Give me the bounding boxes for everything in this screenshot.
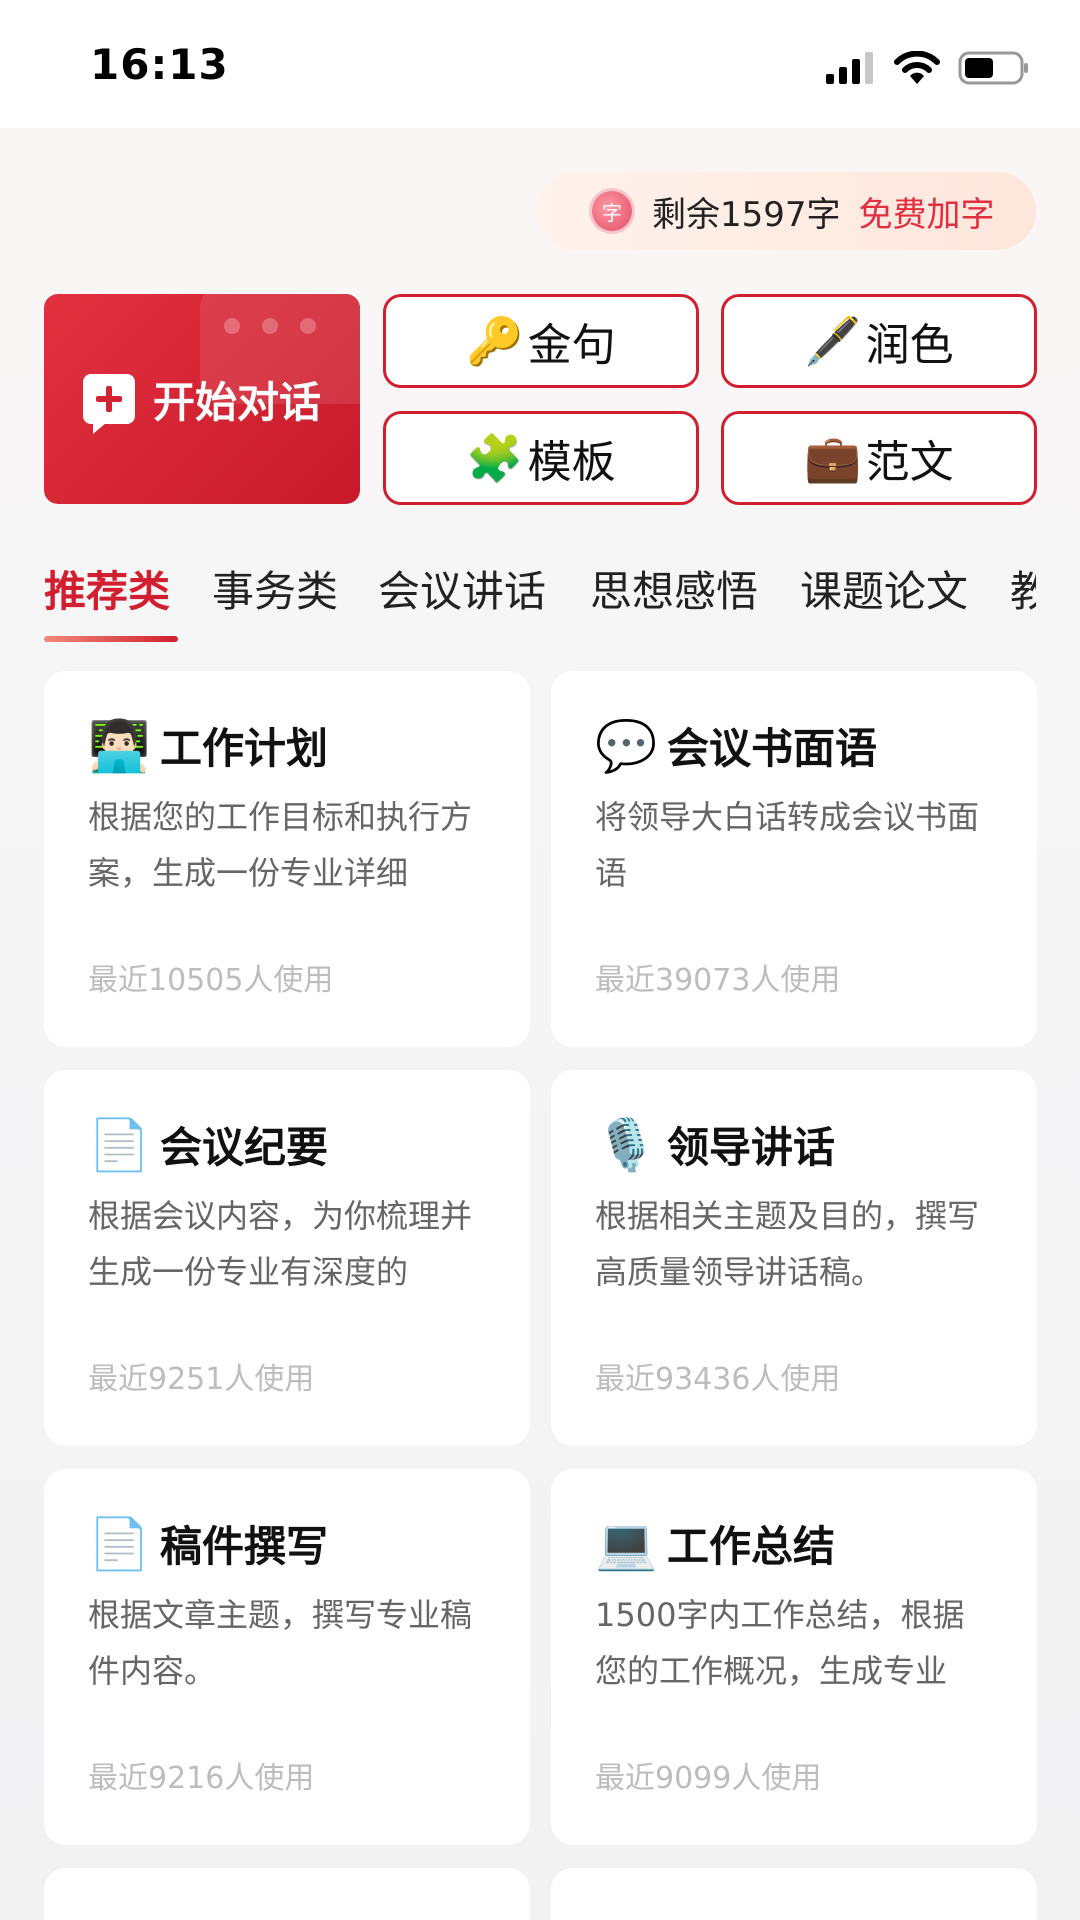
card-leader-speech[interactable]: 🎙️ 领导讲话 根据相关主题及目的，撰写高质量领导讲话稿。 最近93436人使用 (551, 1070, 1037, 1446)
wifi-icon (894, 51, 940, 84)
tab-affairs[interactable]: 事务类 (212, 558, 338, 619)
document-icon: 📄 (88, 1514, 151, 1573)
tab-education[interactable]: 教 (1010, 558, 1036, 619)
card-usage-count: 最近39073人使用 (595, 963, 841, 998)
laptop-person-icon: 👨🏻‍💻 (88, 716, 151, 775)
pen-icon: 🖋️ (804, 314, 862, 368)
status-bar: 16:13 (0, 0, 1080, 128)
tab-meeting-speech[interactable]: 会议讲话 (378, 558, 546, 619)
start-chat-label: 开始对话 (152, 377, 321, 427)
card-title: 工作总结 (667, 1522, 836, 1571)
key-icon: 🔑 (466, 314, 524, 368)
card-title: 稿件撰写 (160, 1522, 329, 1571)
puzzle-icon: 🧩 (466, 431, 524, 485)
card-usage-count: 最近10505人使用 (88, 963, 334, 998)
quota-pill[interactable]: 字 剩余1597字 免费加字 (536, 172, 1036, 250)
card-description: 根据相关主题及目的，撰写高质量领导讲话稿。 (595, 1197, 980, 1291)
battery-icon (958, 51, 1028, 85)
golden-sentence-button[interactable]: 🔑 金句 (383, 294, 699, 388)
card-partial[interactable] (551, 1868, 1037, 1920)
card-meeting-formal-language[interactable]: 💬 会议书面语 将领导大白话转成会议书面语 最近39073人使用 (551, 671, 1037, 1047)
template-label: 模板 (527, 437, 616, 488)
template-button[interactable]: 🧩 模板 (383, 411, 699, 505)
laptop-icon: 💻 (595, 1514, 658, 1573)
chat-plus-icon (82, 374, 135, 434)
document-icon: 📄 (88, 1115, 151, 1174)
card-usage-count: 最近9251人使用 (88, 1362, 315, 1397)
briefcase-icon: 💼 (804, 431, 862, 485)
polish-label: 润色 (865, 320, 954, 371)
sample-essay-button[interactable]: 💼 范文 (721, 411, 1037, 505)
card-description: 根据会议内容，为你梳理并生成一份专业有深度的 (88, 1197, 473, 1291)
tab-thoughts[interactable]: 思想感悟 (590, 558, 758, 619)
card-description: 根据您的工作目标和执行方案，生成一份专业详细 (88, 798, 473, 892)
card-work-plan[interactable]: 👨🏻‍💻 工作计划 根据您的工作目标和执行方案，生成一份专业详细 最近10505… (44, 671, 530, 1047)
card-title: 会议纪要 (160, 1123, 329, 1172)
free-add-words-link[interactable]: 免费加字 (859, 187, 995, 236)
word-badge-icon: 字 (592, 191, 632, 231)
card-description: 根据文章主题，撰写专业稿件内容。 (88, 1596, 473, 1690)
card-usage-count: 最近9099人使用 (595, 1761, 822, 1796)
sample-essay-label: 范文 (865, 437, 954, 488)
card-partial[interactable] (44, 1868, 530, 1920)
card-meeting-minutes[interactable]: 📄 会议纪要 根据会议内容，为你梳理并生成一份专业有深度的 最近9251人使用 (44, 1070, 530, 1446)
tab-recommended[interactable]: 推荐类 (44, 558, 170, 619)
polish-button[interactable]: 🖋️ 润色 (721, 294, 1037, 388)
signal-icon (826, 52, 873, 84)
card-description: 将领导大白话转成会议书面语 (595, 798, 980, 892)
main-content: 字 剩余1597字 免费加字 开始对话 🔑 金句 🖋️ 润色 🧩 模板 💼 范文… (0, 128, 1080, 1920)
card-manuscript-writing[interactable]: 📄 稿件撰写 根据文章主题，撰写专业稿件内容。 最近9216人使用 (44, 1469, 530, 1845)
card-title: 领导讲话 (667, 1123, 836, 1172)
category-tabs: 推荐类 事务类 会议讲话 思想感悟 课题论文 教 (44, 558, 1036, 648)
card-work-summary[interactable]: 💻 工作总结 1500字内工作总结，根据您的工作概况，生成专业 最近9099人使… (551, 1469, 1037, 1845)
tab-research-paper[interactable]: 课题论文 (800, 558, 968, 619)
golden-sentence-label: 金句 (527, 320, 616, 371)
card-usage-count: 最近9216人使用 (88, 1761, 315, 1796)
status-time: 16:13 (90, 40, 229, 89)
active-tab-indicator (44, 636, 178, 642)
quota-remaining: 剩余1597字 (652, 194, 841, 235)
microphone-icon: 🎙️ (595, 1115, 658, 1174)
card-title: 工作计划 (160, 724, 329, 773)
start-chat-button[interactable]: 开始对话 (44, 294, 360, 504)
card-title: 会议书面语 (667, 724, 878, 773)
card-usage-count: 最近93436人使用 (595, 1362, 841, 1397)
card-description: 1500字内工作总结，根据您的工作概况，生成专业 (595, 1596, 965, 1690)
speech-bubble-icon: 💬 (595, 716, 658, 775)
decor-dots (224, 318, 316, 334)
status-icons (826, 48, 1030, 88)
